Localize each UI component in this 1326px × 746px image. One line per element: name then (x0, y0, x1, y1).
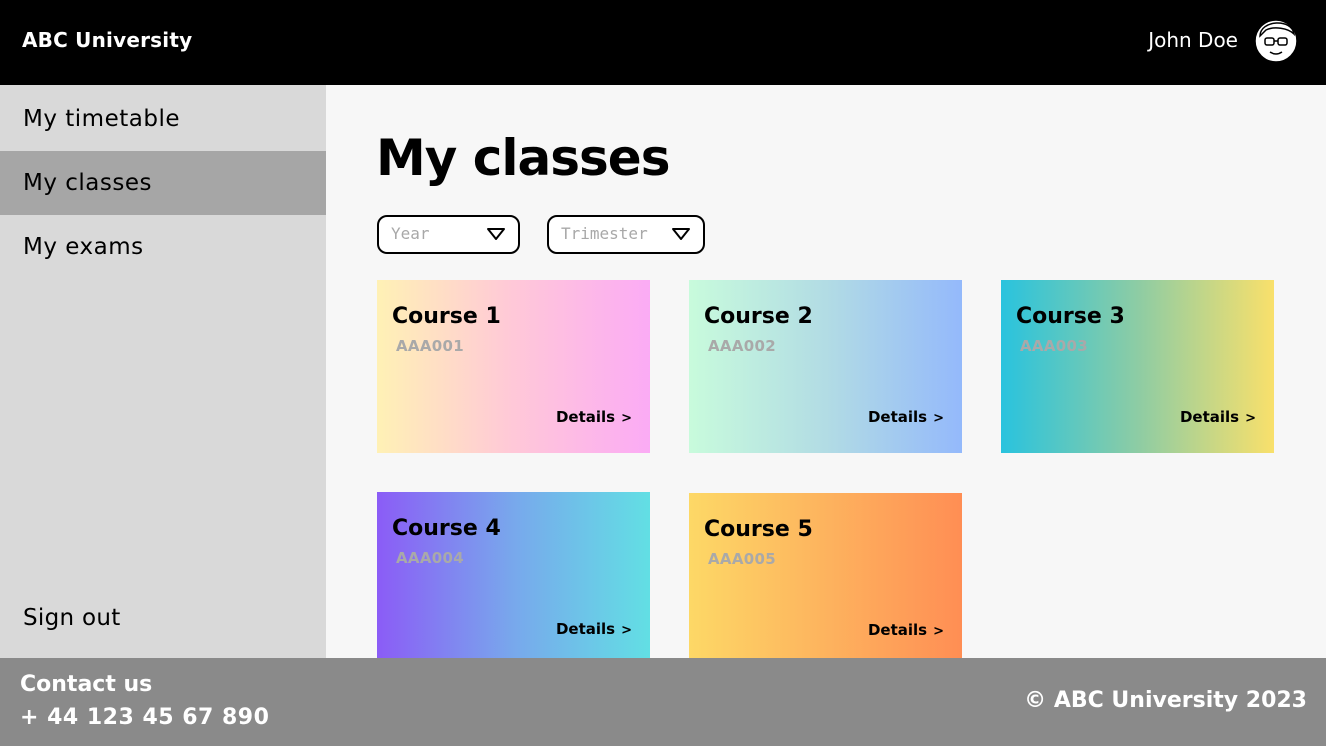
course-details-link[interactable]: Details > (868, 408, 944, 426)
sidebar: My timetable My classes My exams Sign ou… (0, 85, 326, 658)
course-details-link[interactable]: Details > (1180, 408, 1256, 426)
course-card[interactable]: Course 4 AAA004 Details > (377, 492, 650, 658)
course-code: AAA001 (396, 337, 464, 355)
year-select-placeholder: Year (391, 224, 430, 243)
user-name[interactable]: John Doe (1148, 28, 1238, 52)
course-title: Course 2 (704, 304, 813, 329)
course-details-link[interactable]: Details > (556, 620, 632, 638)
contact-phone[interactable]: + 44 123 45 67 890 (20, 705, 269, 730)
course-card[interactable]: Course 1 AAA001 Details > (377, 280, 650, 453)
sidebar-item-exams[interactable]: My exams (0, 215, 326, 279)
chevron-down-icon (672, 228, 690, 240)
chevron-right-icon: > (933, 411, 944, 426)
page-title: My classes (376, 129, 670, 187)
sign-out-link[interactable]: Sign out (23, 605, 121, 631)
copyright: © ABC University 2023 (1024, 688, 1307, 713)
chevron-right-icon: > (933, 624, 944, 639)
main-content: My classes Year Trimester Course 1 AAA00… (326, 85, 1326, 658)
course-title: Course 5 (704, 517, 813, 542)
course-title: Course 1 (392, 304, 501, 329)
details-label: Details (555, 408, 616, 426)
chevron-right-icon: > (621, 623, 632, 638)
course-card[interactable]: Course 5 AAA005 Details > (689, 493, 962, 658)
trimester-select[interactable]: Trimester (547, 215, 705, 254)
chevron-right-icon: > (1245, 411, 1256, 426)
course-card[interactable]: Course 3 AAA003 Details > (1001, 280, 1274, 453)
course-card[interactable]: Course 2 AAA002 Details > (689, 280, 962, 453)
details-label: Details (867, 408, 928, 426)
course-code: AAA004 (396, 549, 464, 567)
course-title: Course 3 (1016, 304, 1125, 329)
avatar-icon[interactable] (1252, 14, 1300, 68)
footer: Contact us + 44 123 45 67 890 © ABC Univ… (0, 658, 1326, 746)
chevron-down-icon (487, 228, 505, 240)
course-code: AAA002 (708, 337, 776, 355)
course-code: AAA005 (708, 550, 776, 568)
details-label: Details (1179, 408, 1240, 426)
course-title: Course 4 (392, 516, 501, 541)
details-label: Details (555, 620, 616, 638)
top-bar: ABC University John Doe (0, 0, 1326, 85)
course-code: AAA003 (1020, 337, 1088, 355)
course-details-link[interactable]: Details > (868, 621, 944, 639)
trimester-select-placeholder: Trimester (561, 224, 648, 243)
sidebar-item-classes[interactable]: My classes (0, 151, 326, 215)
year-select[interactable]: Year (377, 215, 520, 254)
sidebar-item-timetable[interactable]: My timetable (0, 87, 326, 151)
details-label: Details (867, 621, 928, 639)
brand-name[interactable]: ABC University (22, 28, 192, 52)
chevron-right-icon: > (621, 411, 632, 426)
course-details-link[interactable]: Details > (556, 408, 632, 426)
contact-label: Contact us (20, 672, 153, 697)
